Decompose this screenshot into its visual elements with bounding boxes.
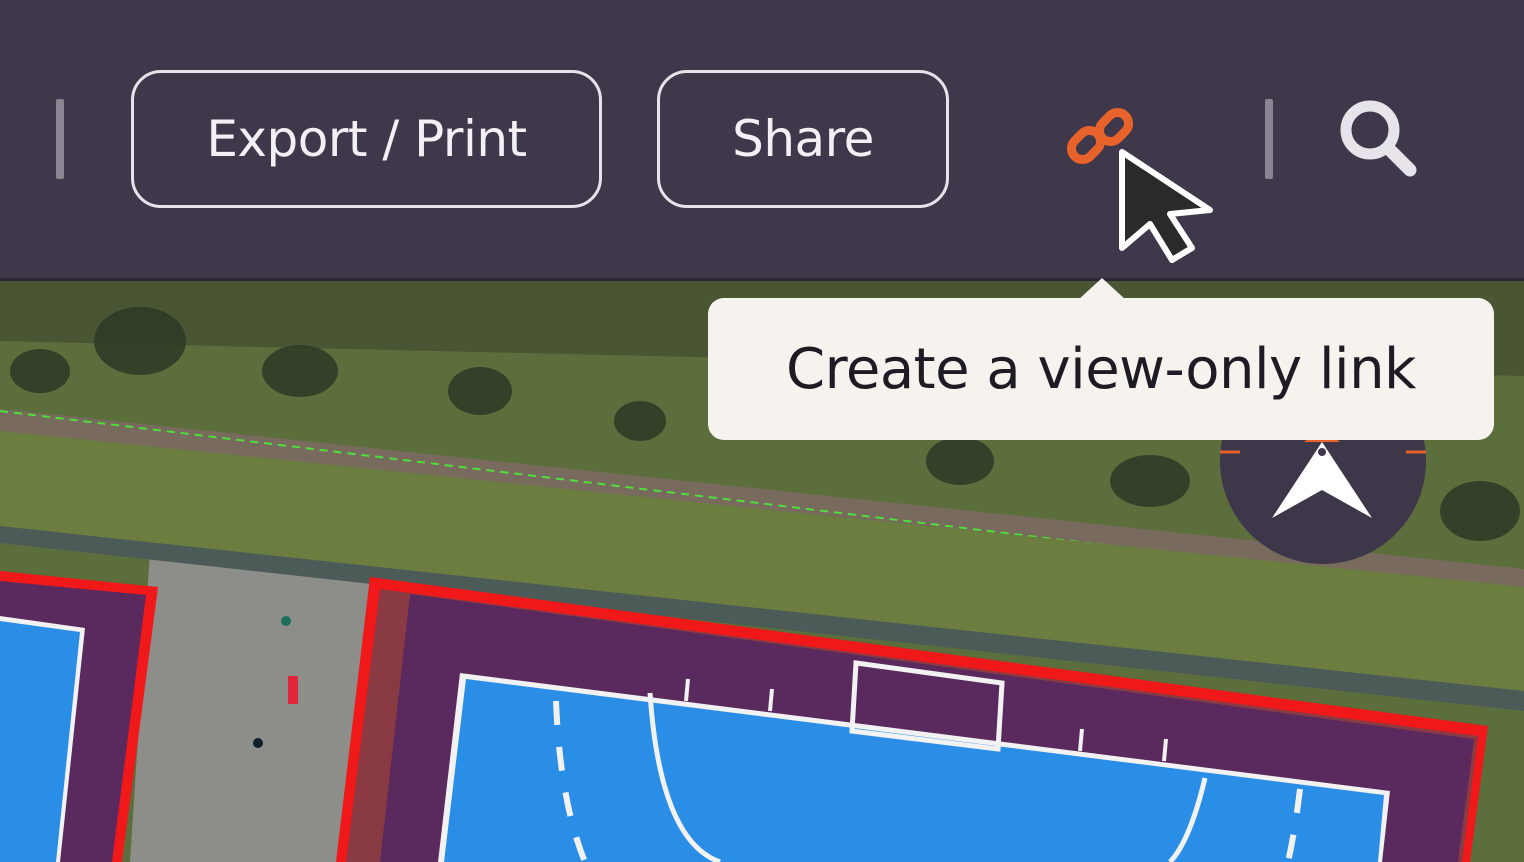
mouse-pointer-icon [1110, 140, 1230, 269]
tooltip-text: Create a view-only link [786, 336, 1416, 402]
tooltip-arrow [1078, 278, 1126, 300]
toolbar: Export / Print Share [0, 0, 1524, 281]
toolbar-divider-left [56, 99, 64, 179]
search-icon[interactable] [1336, 96, 1422, 180]
toolbar-divider-right [1265, 99, 1273, 179]
share-button[interactable]: Share [657, 70, 949, 208]
tooltip: Create a view-only link [708, 298, 1494, 440]
export-print-button[interactable]: Export / Print [131, 70, 602, 208]
